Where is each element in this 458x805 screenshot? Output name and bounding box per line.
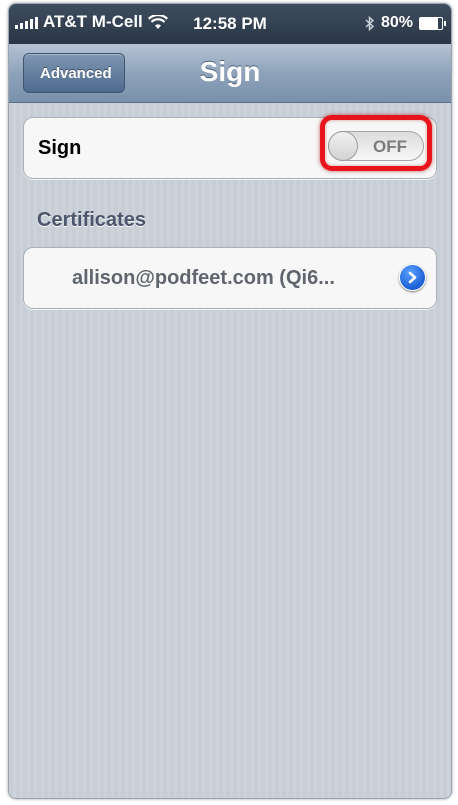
certificate-row[interactable]: allison@podfeet.com (Qi6...	[23, 247, 437, 309]
settings-content: Sign OFF Certificates allison@podfeet.co…	[9, 103, 451, 798]
sign-row: Sign OFF	[23, 115, 437, 179]
page-title: Sign	[199, 56, 261, 87]
highlight-annotation	[320, 115, 432, 171]
status-right: 80%	[365, 14, 446, 32]
chevron-right-icon	[408, 271, 417, 284]
phone-screen: AT&T M-Cell 12:58 PM 80% Advanced Sign S…	[8, 3, 452, 799]
sign-row-label: Sign	[38, 137, 82, 159]
battery-icon	[419, 16, 446, 30]
detail-disclosure-icon[interactable]	[399, 264, 426, 291]
status-bar: AT&T M-Cell 12:58 PM 80%	[9, 4, 451, 44]
battery-fill	[420, 17, 438, 29]
certificates-header: Certificates	[37, 209, 146, 231]
navigation-bar: Advanced Sign	[9, 44, 451, 103]
bluetooth-icon	[365, 15, 375, 31]
certificate-label: allison@podfeet.com (Qi6...	[72, 267, 335, 289]
battery-percent: 80%	[380, 14, 413, 31]
